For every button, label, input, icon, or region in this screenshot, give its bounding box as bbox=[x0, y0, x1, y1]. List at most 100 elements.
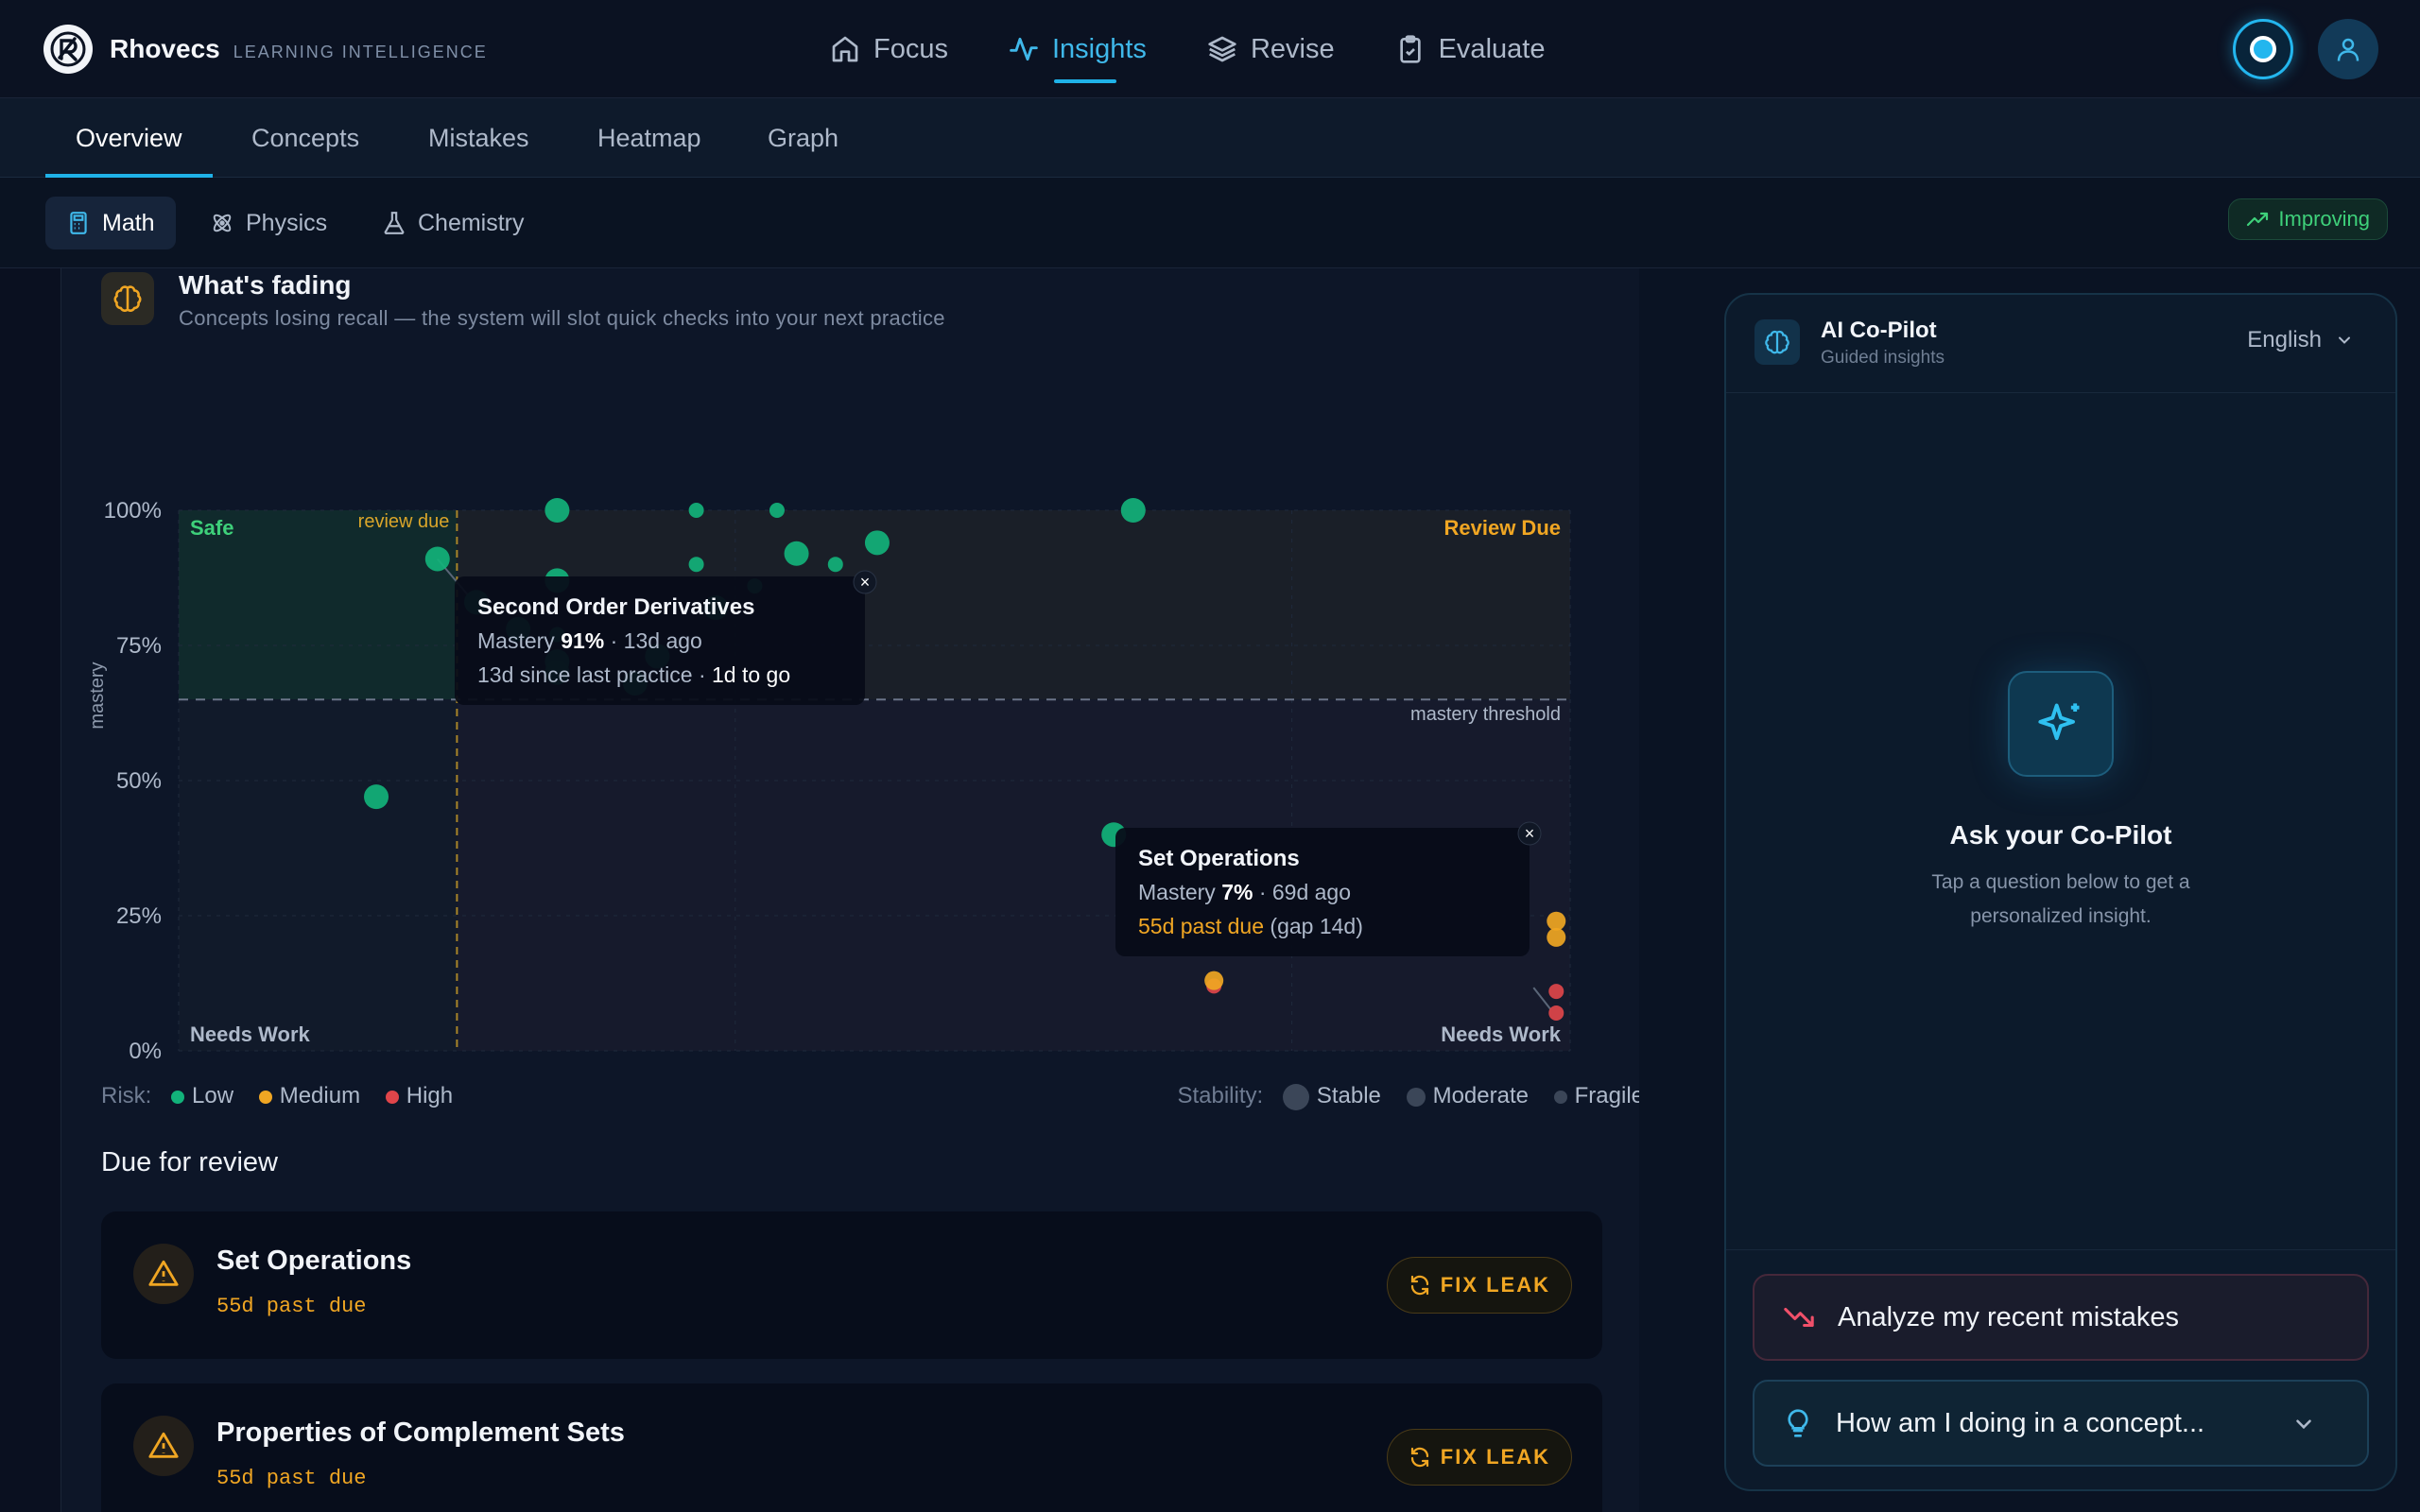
user-icon bbox=[2337, 38, 2360, 61]
trending-up-icon bbox=[2247, 212, 2269, 227]
chevron-down-icon bbox=[2339, 336, 2350, 344]
data-point-low bbox=[544, 498, 570, 523]
tab-mistakes[interactable]: Mistakes bbox=[428, 98, 529, 178]
due-review-title: Due for review bbox=[101, 1147, 278, 1177]
chevron-down-icon bbox=[2296, 1419, 2311, 1430]
data-point-medium bbox=[1547, 911, 1566, 931]
language-value: English bbox=[2247, 327, 2322, 352]
analyze-mistakes-button[interactable]: Analyze my recent mistakes bbox=[1753, 1274, 2369, 1361]
nav-evaluate[interactable]: Evaluate bbox=[1395, 26, 1546, 72]
concept-question-select[interactable]: How am I doing in a concept... bbox=[1753, 1380, 2369, 1467]
x-tick-label: 400% bbox=[1263, 1061, 1321, 1062]
ask-subtitle: Tap a question below to get a personaliz… bbox=[1931, 871, 2190, 927]
data-point-low bbox=[784, 541, 809, 566]
data-point-low bbox=[827, 557, 843, 573]
data-point-high bbox=[1548, 1005, 1564, 1021]
subject-bar: Math Physics Chemistry Improving bbox=[0, 178, 2420, 268]
top-right-actions bbox=[2233, 19, 2378, 79]
data-point-medium bbox=[1547, 927, 1566, 947]
close-icon: × bbox=[860, 573, 871, 592]
logo-icon bbox=[43, 25, 93, 74]
copilot-title: AI Co-Pilot bbox=[1821, 318, 1937, 343]
status-badge: Improving bbox=[2228, 198, 2388, 240]
tab-concepts[interactable]: Concepts bbox=[251, 98, 359, 178]
tooltip-title: Second Order Derivatives bbox=[477, 594, 754, 620]
y-tick-label: 100% bbox=[104, 498, 162, 524]
nav-focus[interactable]: Focus bbox=[830, 26, 948, 72]
tab-heatmap-label: Heatmap bbox=[597, 123, 701, 152]
nav-revise[interactable]: Revise bbox=[1207, 26, 1335, 72]
warning-icon bbox=[133, 1416, 194, 1476]
due-card-status: 55d past due bbox=[216, 1467, 367, 1490]
brand[interactable]: Rhovecs LEARNING INTELLIGENCE bbox=[43, 25, 488, 74]
tab-mistakes-label: Mistakes bbox=[428, 123, 529, 152]
fragile-dot-icon bbox=[1553, 1090, 1567, 1104]
subject-physics-label: Physics bbox=[246, 209, 328, 236]
tab-heatmap[interactable]: Heatmap bbox=[597, 98, 701, 178]
concept-tooltip: × Set Operations Mastery 7% · 69d ago 55d p… bbox=[1115, 821, 1542, 956]
fix-leak-button[interactable]: FIX LEAK bbox=[1386, 1429, 1572, 1486]
brand-tagline: LEARNING INTELLIGENCE bbox=[233, 42, 488, 61]
refresh-icon bbox=[1410, 1447, 1428, 1468]
orb-core-icon bbox=[2250, 36, 2276, 62]
copilot-brain-icon bbox=[1754, 319, 1800, 365]
close-icon: × bbox=[1525, 824, 1535, 843]
brand-name: Rhovecs bbox=[110, 34, 220, 63]
tooltip-mastery: Mastery 91% · 13d ago bbox=[477, 628, 702, 653]
concept-tooltip: × Second Order Derivatives Mastery 91% · 1… bbox=[455, 570, 877, 705]
nav-insights[interactable]: Insights bbox=[1009, 26, 1147, 83]
due-card-title: Properties of Complement Sets bbox=[216, 1418, 625, 1448]
clipboard-icon bbox=[1399, 35, 1421, 63]
tab-concepts-label: Concepts bbox=[251, 123, 360, 152]
high-dot-icon bbox=[385, 1090, 399, 1104]
insights-panel: What's fading Concepts losing recall — t… bbox=[60, 268, 1641, 1512]
user-button[interactable] bbox=[2318, 19, 2378, 79]
copilot-column: AI Co-Pilot Guided insights English Ask … bbox=[1639, 268, 2420, 1512]
legend-fragile-label: Fragile bbox=[1574, 1083, 1641, 1108]
quadrant-label-needs-work: Needs Work bbox=[1441, 1022, 1562, 1046]
moderate-dot-icon bbox=[1406, 1087, 1426, 1107]
ask-title: Ask your Co-Pilot bbox=[1949, 820, 2172, 850]
fading-subtitle: Concepts losing recall — the system will… bbox=[179, 306, 945, 330]
activity-icon bbox=[1010, 37, 1038, 61]
quadrant-label-safe: Safe bbox=[190, 516, 233, 540]
nav-focus-label: Focus bbox=[873, 33, 948, 64]
x-tick-label: 0% bbox=[163, 1061, 196, 1062]
tooltip-mastery: Mastery 7% · 69d ago bbox=[1138, 880, 1351, 904]
tooltip-title: Set Operations bbox=[1138, 846, 1300, 871]
tab-graph[interactable]: Graph bbox=[768, 98, 838, 178]
subject-physics[interactable]: Physics bbox=[189, 197, 348, 249]
tab-overview[interactable]: Overview bbox=[45, 98, 213, 178]
assistant-orb-button[interactable] bbox=[2233, 19, 2293, 79]
legend-low: Low bbox=[171, 1083, 233, 1108]
copilot-divider bbox=[1726, 1249, 2395, 1250]
copilot-subtitle: Guided insights bbox=[1821, 348, 1945, 368]
y-tick-label: 0% bbox=[129, 1039, 162, 1062]
tooltip-schedule: 55d past due (gap 14d) bbox=[1138, 914, 1363, 938]
legend-high: High bbox=[385, 1083, 453, 1108]
data-point-low bbox=[688, 503, 704, 518]
subject-chemistry[interactable]: Chemistry bbox=[361, 197, 545, 249]
copilot-panel: AI Co-Pilot Guided insights English Ask … bbox=[1724, 293, 2397, 1491]
due-card[interactable]: Properties of Complement Sets 55d past d… bbox=[101, 1383, 1602, 1512]
fix-leak-button[interactable]: FIX LEAK bbox=[1386, 1257, 1572, 1314]
due-card[interactable]: Set Operations 55d past due FIX LEAK bbox=[101, 1211, 1602, 1359]
data-point-low bbox=[864, 530, 890, 556]
data-point-low bbox=[688, 557, 704, 573]
language-select[interactable]: English bbox=[2247, 327, 2354, 353]
legend-fragile: Fragile bbox=[1553, 1083, 1641, 1108]
calculator-icon bbox=[70, 212, 87, 234]
quadrant-label-needs-work: Needs Work bbox=[190, 1022, 311, 1046]
mastery-threshold-annotation: mastery threshold bbox=[1410, 704, 1561, 725]
data-point-low bbox=[364, 784, 389, 810]
stable-dot-icon bbox=[1282, 1083, 1309, 1110]
sparkles-icon bbox=[2008, 671, 2114, 777]
subject-math-label: Math bbox=[102, 209, 155, 236]
nav-revise-label: Revise bbox=[1250, 33, 1335, 64]
lightbulb-icon bbox=[1788, 1409, 1808, 1437]
y-tick-label: 75% bbox=[116, 633, 162, 659]
risk-legend-label: Risk: bbox=[101, 1083, 152, 1108]
subject-math[interactable]: Math bbox=[45, 197, 176, 249]
home-icon bbox=[832, 36, 858, 62]
nav-evaluate-label: Evaluate bbox=[1438, 33, 1546, 64]
